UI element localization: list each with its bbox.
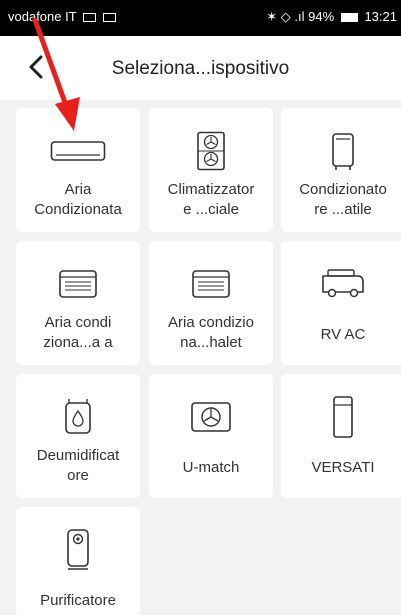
device-card-aria-condizionata[interactable]: Aria Condizionata xyxy=(16,108,140,232)
device-label: Condizionato re ...atile xyxy=(299,181,387,218)
device-label: U-match xyxy=(182,459,240,476)
battery-icon xyxy=(340,13,358,23)
signal-icon: .ıl xyxy=(294,9,305,24)
device-label: Deumidificat ore xyxy=(36,447,120,484)
bluetooth-icon: ✶ xyxy=(266,9,278,24)
tower-unit-icon xyxy=(333,396,353,438)
rv-icon xyxy=(322,269,364,298)
device-label: Climatizzator e ...ciale xyxy=(167,181,255,218)
u-match-icon xyxy=(191,402,231,432)
purifier-icon xyxy=(67,529,89,570)
page-title: Seleziona...ispositivo xyxy=(111,58,290,79)
mail-icon xyxy=(83,13,97,23)
status-left: vodafone IT xyxy=(8,9,116,24)
device-label: Purificatore xyxy=(40,592,116,609)
status-right: ✶ ◇ .ıl 94% 13:21 xyxy=(266,9,397,25)
device-card-rv-ac[interactable]: RV AC xyxy=(281,241,401,365)
device-label: RV AC xyxy=(320,326,366,343)
gallery-icon xyxy=(102,13,116,23)
device-label: Aria Condizionata xyxy=(34,181,122,218)
device-card-climatizzatore-commerciale[interactable]: Climatizzator e ...ciale xyxy=(149,108,273,232)
commercial-ac-icon xyxy=(197,131,225,171)
device-label: Aria condizio na...halet xyxy=(168,314,254,351)
status-bar: vodafone IT ✶ ◇ .ıl 94% 13:21 xyxy=(0,0,401,36)
split-ac-icon xyxy=(50,141,106,161)
wifi-icon: ◇ xyxy=(280,9,291,24)
clock: 13:21 xyxy=(364,9,397,24)
device-label: Aria condi ziona...a a xyxy=(43,314,113,351)
device-card-u-match[interactable]: U-match xyxy=(149,374,273,498)
device-card-aria-condizionata-chalet[interactable]: Aria condizio na...halet xyxy=(149,241,273,365)
device-card-deumidificatore[interactable]: Deumidificat ore xyxy=(16,374,140,498)
device-label: VERSATI xyxy=(311,459,375,476)
device-card-purificatore[interactable]: Purificatore xyxy=(16,507,140,615)
portable-ac-icon xyxy=(332,133,354,170)
window-ac-icon xyxy=(192,270,230,298)
device-card-condizionatore-portatile[interactable]: Condizionato re ...atile xyxy=(281,108,401,232)
battery-percent: 94% xyxy=(308,9,335,24)
window-ac-icon xyxy=(59,270,97,298)
carrier-name: vodafone IT xyxy=(8,9,77,24)
app-header: Seleziona...ispositivo xyxy=(0,36,401,100)
dehumidifier-icon xyxy=(65,399,91,434)
device-card-versati[interactable]: VERSATI xyxy=(281,374,401,498)
device-card-aria-condizionata-finestra[interactable]: Aria condi ziona...a a xyxy=(16,241,140,365)
